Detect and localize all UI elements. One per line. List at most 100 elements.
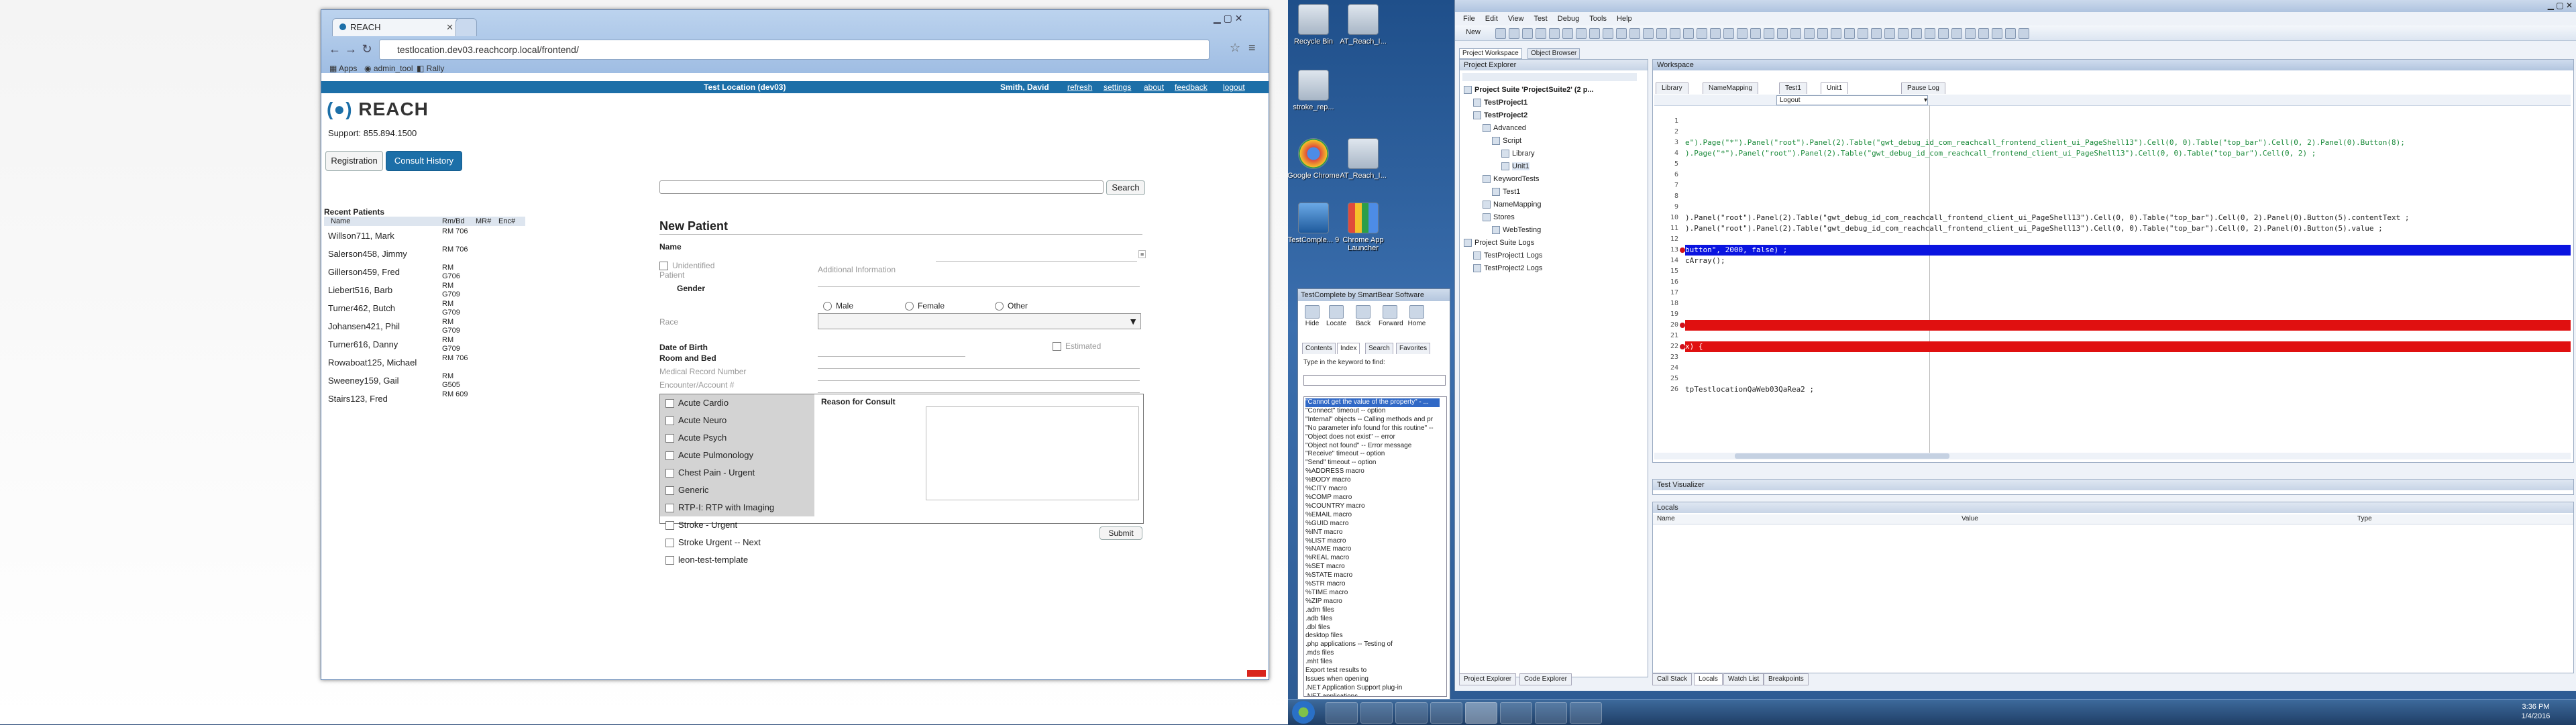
patient-row[interactable]: Johansen421, Phil RM G709 bbox=[328, 318, 523, 335]
code-line[interactable] bbox=[1685, 127, 2571, 137]
code-line[interactable]: x) { bbox=[1685, 341, 2571, 352]
toolbar-button-icon[interactable] bbox=[1858, 28, 1868, 39]
patient-row[interactable]: Turner462, Butch RM G709 bbox=[328, 300, 523, 317]
consult-option[interactable]: leon-test-template bbox=[660, 551, 814, 569]
toolbar-button-icon[interactable] bbox=[1790, 28, 1801, 39]
help-index-item[interactable]: %SET macro bbox=[1305, 563, 1440, 571]
breakpoint-icon[interactable] bbox=[1680, 247, 1685, 253]
help-index-item[interactable]: "Connect" timeout -- option bbox=[1305, 407, 1440, 416]
bookmark-rally[interactable]: ◧ Rally bbox=[417, 64, 444, 73]
desktop-icon-chrome[interactable]: Google Chrome bbox=[1287, 138, 1340, 180]
patient-row[interactable]: Gillerson459, Fred RM G706 bbox=[328, 264, 523, 281]
code-line[interactable] bbox=[1685, 202, 2571, 213]
tree-node[interactable]: TestProject1 Logs bbox=[1464, 249, 1594, 262]
code-line[interactable] bbox=[1685, 374, 2571, 384]
code-line[interactable] bbox=[1685, 288, 2571, 298]
consult-history-tab[interactable]: Consult History bbox=[386, 151, 462, 171]
code-line[interactable] bbox=[1685, 352, 2571, 363]
window-controls[interactable]: ▁ ▢ ✕ bbox=[2548, 1, 2573, 10]
editor-tab-library[interactable]: Library bbox=[1656, 82, 1688, 94]
toolbar-button-icon[interactable] bbox=[1549, 28, 1560, 39]
toolbar-button-icon[interactable] bbox=[1683, 28, 1694, 39]
editor-tab-pause-log[interactable]: Pause Log bbox=[1901, 82, 1945, 94]
toolbar-button-icon[interactable] bbox=[1562, 28, 1573, 39]
name-expand-button[interactable]: ≡ bbox=[1138, 250, 1146, 258]
help-index-item[interactable]: .NET Application Support plug-in bbox=[1305, 684, 1440, 693]
help-back-button[interactable]: Back bbox=[1352, 304, 1375, 331]
tree-node[interactable]: Unit1 bbox=[1464, 160, 1594, 173]
code-line[interactable] bbox=[1685, 309, 2571, 320]
help-index-item[interactable]: "Object does not exist" -- error bbox=[1305, 433, 1440, 442]
code-line[interactable] bbox=[1685, 277, 2571, 288]
help-index-item[interactable]: .mht files bbox=[1305, 658, 1440, 667]
code-line[interactable] bbox=[1685, 116, 2571, 127]
consult-checkbox[interactable] bbox=[665, 539, 674, 548]
toolbar-button-icon[interactable] bbox=[1925, 28, 1935, 39]
toolbar-button-icon[interactable] bbox=[1643, 28, 1654, 39]
bookmark-apps[interactable]: ▦ Apps bbox=[329, 64, 357, 73]
tree-node[interactable]: TestProject2 bbox=[1464, 109, 1594, 122]
help-index-item[interactable]: %ADDRESS macro bbox=[1305, 467, 1440, 476]
tree-node[interactable]: Stores bbox=[1464, 211, 1594, 224]
desktop-icon-reach-1[interactable]: AT_Reach_I... bbox=[1336, 4, 1390, 46]
dob-field[interactable] bbox=[818, 344, 965, 357]
help-index-item[interactable]: %STATE macro bbox=[1305, 571, 1440, 580]
taskbar-app-icon[interactable] bbox=[1430, 702, 1462, 724]
feedback-link[interactable]: feedback bbox=[1175, 81, 1208, 93]
routine-dropdown[interactable]: Logout ▾ bbox=[1776, 95, 1928, 105]
code-line[interactable] bbox=[1685, 191, 2571, 202]
race-dropdown[interactable]: ▼ bbox=[818, 313, 1141, 329]
toolbar-button-icon[interactable] bbox=[1764, 28, 1774, 39]
menu-view[interactable]: View bbox=[1508, 15, 1524, 23]
consult-option[interactable]: Acute Psych bbox=[660, 429, 814, 447]
tree-node[interactable]: NameMapping bbox=[1464, 199, 1594, 211]
patient-row[interactable]: Salerson458, Jimmy RM 706 bbox=[328, 245, 523, 263]
consult-option[interactable]: Acute Pulmonology bbox=[660, 447, 814, 464]
tree-node[interactable]: Test1 bbox=[1464, 186, 1594, 199]
toolbar-button-icon[interactable] bbox=[1978, 28, 1989, 39]
menu-tools[interactable]: Tools bbox=[1589, 15, 1607, 23]
bookmark-star-icon[interactable]: ☆ bbox=[1230, 41, 1240, 55]
browser-tab-reach[interactable]: REACH ✕ bbox=[332, 18, 461, 36]
logout-link[interactable]: logout bbox=[1223, 81, 1245, 93]
taskbar-app-icon[interactable] bbox=[1535, 702, 1567, 724]
help-index-item[interactable]: "Receive" timeout -- option bbox=[1305, 450, 1440, 459]
consult-option[interactable]: Stroke Urgent -- Next bbox=[660, 534, 814, 551]
help-keyword-input[interactable] bbox=[1303, 375, 1446, 386]
bookmark-admin-tool[interactable]: ◉ admin_tool bbox=[364, 64, 413, 73]
help-index-item[interactable]: .NET applications bbox=[1305, 693, 1440, 696]
menu-debug[interactable]: Debug bbox=[1558, 15, 1579, 23]
consult-checkbox[interactable] bbox=[665, 469, 674, 478]
code-line[interactable]: button", 2000, false) ; bbox=[1685, 245, 2571, 256]
help-index-item[interactable]: "No parameter info found for this routin… bbox=[1305, 425, 1440, 433]
help-index-item[interactable]: .php applications -- Testing of bbox=[1305, 640, 1440, 649]
encounter-field[interactable] bbox=[818, 380, 1140, 393]
help-index-item[interactable]: Issues when opening bbox=[1305, 675, 1440, 684]
tree-node[interactable]: Project Suite Logs bbox=[1464, 237, 1594, 249]
new-tab-button[interactable] bbox=[455, 18, 477, 36]
tree-node[interactable]: TestProject2 Logs bbox=[1464, 262, 1594, 275]
system-clock[interactable]: 3:36 PM 1/4/2016 bbox=[2509, 702, 2563, 721]
taskbar-chrome-icon[interactable] bbox=[1395, 702, 1428, 724]
bottom-tab-project-explorer[interactable]: Project Explorer bbox=[1459, 673, 1517, 685]
help-index-item[interactable]: %CITY macro bbox=[1305, 485, 1440, 494]
patient-row[interactable]: Turner616, Danny RM G709 bbox=[328, 336, 523, 353]
help-index-item[interactable]: "Object not found" -- Error message bbox=[1305, 442, 1440, 451]
consult-checkbox[interactable] bbox=[665, 434, 674, 443]
toolbar-button-icon[interactable] bbox=[1750, 28, 1761, 39]
patient-row[interactable]: Sweeney159, Gail RM G505 bbox=[328, 372, 523, 390]
mrn-field[interactable] bbox=[818, 368, 1140, 381]
toolbar-button-icon[interactable] bbox=[1589, 28, 1600, 39]
taskbar-explorer-icon[interactable] bbox=[1360, 702, 1393, 724]
tab-project-workspace[interactable]: Project Workspace bbox=[1459, 48, 1522, 59]
name-field[interactable] bbox=[936, 249, 1137, 262]
breakpoint-icon[interactable] bbox=[1680, 323, 1685, 328]
help-index-item[interactable]: %NAME macro bbox=[1305, 545, 1440, 554]
code-line[interactable] bbox=[1685, 159, 2571, 170]
code-line[interactable] bbox=[1685, 298, 2571, 309]
patient-row[interactable]: Stairs123, Fred RM 609 bbox=[328, 390, 523, 408]
help-index-item[interactable]: "Cannot get the value of the property" -… bbox=[1305, 398, 1440, 407]
toolbar-button-icon[interactable] bbox=[1777, 28, 1788, 39]
help-index-item[interactable]: %EMAIL macro bbox=[1305, 511, 1440, 520]
taskbar-app-icon[interactable] bbox=[1570, 702, 1602, 724]
